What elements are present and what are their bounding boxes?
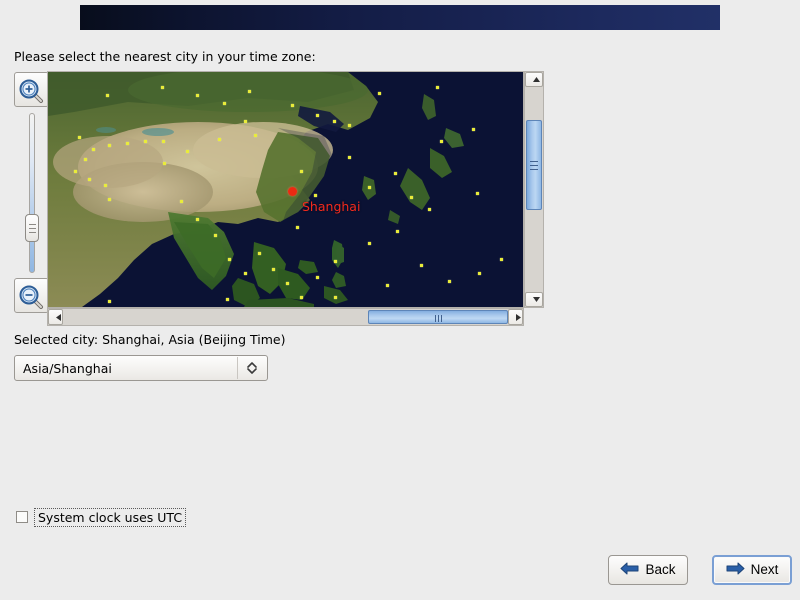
city-marker[interactable] [348, 124, 351, 127]
city-marker[interactable] [440, 140, 443, 143]
utc-checkbox-label[interactable]: System clock uses UTC [34, 508, 187, 527]
city-marker[interactable] [316, 114, 319, 117]
city-marker[interactable] [126, 142, 129, 145]
city-marker[interactable] [368, 242, 371, 245]
city-marker[interactable] [386, 284, 389, 287]
city-marker[interactable] [161, 86, 164, 89]
city-marker[interactable] [228, 258, 231, 261]
selected-city-marker[interactable] [288, 187, 297, 196]
city-marker[interactable] [144, 140, 147, 143]
city-marker[interactable] [314, 194, 317, 197]
city-marker[interactable] [410, 196, 413, 199]
city-marker[interactable] [500, 258, 503, 261]
city-marker[interactable] [218, 138, 221, 141]
zoom-slider-trough[interactable] [29, 113, 35, 273]
city-marker[interactable] [108, 300, 111, 303]
map-vertical-scrollbar[interactable] [524, 71, 544, 308]
map-horizontal-scrollbar[interactable] [47, 308, 524, 326]
selected-city-text: Selected city: Shanghai, Asia (Beijing T… [14, 332, 286, 347]
scroll-left-button[interactable] [48, 309, 63, 325]
city-marker[interactable] [248, 90, 251, 93]
city-marker[interactable] [368, 186, 371, 189]
city-marker[interactable] [88, 178, 91, 181]
city-marker[interactable] [333, 120, 336, 123]
chevron-up-icon [533, 77, 540, 82]
zoom-slider[interactable] [25, 113, 39, 273]
city-marker[interactable] [244, 120, 247, 123]
city-marker[interactable] [348, 156, 351, 159]
chevron-down-icon [533, 297, 540, 302]
city-marker[interactable] [286, 282, 289, 285]
city-marker[interactable] [244, 272, 247, 275]
city-marker[interactable] [334, 296, 337, 299]
city-marker[interactable] [226, 298, 229, 301]
chevron-left-icon [56, 313, 61, 321]
city-marker[interactable] [300, 296, 303, 299]
next-button-label: Next [750, 562, 779, 578]
timezone-map-widget: Shanghai [14, 70, 544, 326]
next-button[interactable]: Next [712, 555, 792, 585]
city-marker[interactable] [74, 170, 77, 173]
back-button[interactable]: Back [608, 555, 688, 585]
timezone-select[interactable]: Asia/Shanghai [14, 355, 268, 381]
chevron-right-icon [516, 313, 521, 321]
city-marker[interactable] [223, 102, 226, 105]
city-marker[interactable] [272, 268, 275, 271]
city-marker[interactable] [162, 140, 165, 143]
utc-checkbox[interactable] [16, 511, 28, 523]
scroll-right-button[interactable] [508, 309, 523, 325]
city-marker[interactable] [472, 128, 475, 131]
page-title: Please select the nearest city in your t… [14, 49, 316, 64]
city-marker[interactable] [396, 230, 399, 233]
city-marker[interactable] [316, 276, 319, 279]
scroll-down-button[interactable] [525, 292, 543, 307]
city-marker[interactable] [196, 94, 199, 97]
city-marker[interactable] [476, 192, 479, 195]
zoom-slider-handle[interactable] [25, 214, 39, 242]
city-marker[interactable] [334, 260, 337, 263]
map-viewport[interactable]: Shanghai [47, 71, 524, 308]
timezone-select-value: Asia/Shanghai [23, 361, 112, 376]
zoom-in-button[interactable] [14, 72, 49, 107]
magnifier-minus-icon [15, 284, 48, 311]
city-marker[interactable] [291, 104, 294, 107]
city-marker[interactable] [378, 92, 381, 95]
world-map-image[interactable] [48, 72, 523, 307]
header-banner [80, 5, 720, 30]
magnifier-plus-icon [15, 78, 48, 105]
city-marker[interactable] [296, 226, 299, 229]
city-marker[interactable] [104, 184, 107, 187]
city-marker[interactable] [448, 280, 451, 283]
city-marker[interactable] [163, 162, 166, 165]
scroll-up-button[interactable] [525, 72, 543, 87]
city-marker[interactable] [300, 170, 303, 173]
city-marker[interactable] [436, 86, 439, 89]
scroll-thumb-vertical[interactable] [526, 120, 542, 210]
city-marker[interactable] [258, 252, 261, 255]
arrow-left-icon [620, 561, 639, 579]
scroll-thumb-horizontal[interactable] [368, 310, 508, 324]
city-marker[interactable] [186, 150, 189, 153]
city-marker[interactable] [394, 172, 397, 175]
city-marker[interactable] [196, 218, 199, 221]
city-marker[interactable] [106, 94, 109, 97]
city-marker[interactable] [180, 200, 183, 203]
city-marker[interactable] [108, 198, 111, 201]
city-marker[interactable] [78, 136, 81, 139]
back-button-label: Back [645, 562, 676, 578]
city-marker[interactable] [84, 158, 87, 161]
city-marker[interactable] [420, 264, 423, 267]
city-marker[interactable] [254, 134, 257, 137]
city-marker[interactable] [214, 234, 217, 237]
selected-city-label: Shanghai [302, 199, 361, 214]
arrow-right-icon [726, 561, 745, 579]
chevron-updown-icon [244, 360, 260, 376]
combo-separator [237, 357, 238, 379]
zoom-out-button[interactable] [14, 278, 49, 313]
city-marker[interactable] [478, 272, 481, 275]
city-marker[interactable] [428, 208, 431, 211]
city-marker[interactable] [108, 144, 111, 147]
city-marker[interactable] [92, 148, 95, 151]
